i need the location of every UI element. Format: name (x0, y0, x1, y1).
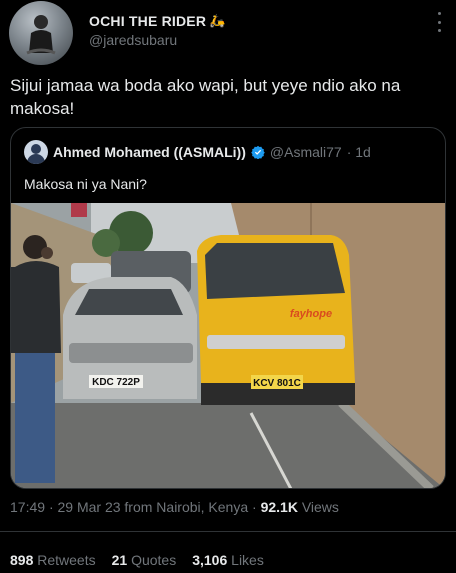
retweets-count: 898 (10, 552, 34, 568)
likes-stat[interactable]: 3,106 Likes (192, 552, 264, 568)
retweets-label: Retweets (37, 552, 96, 568)
likes-label: Likes (231, 552, 264, 568)
van-plate: KCV 801C (253, 378, 301, 389)
quoted-tweet-header: Ahmed Mohamed ((ASMALi)) @Asmali77 · 1d (24, 140, 371, 164)
quoted-author-avatar[interactable] (24, 140, 48, 164)
tweet-date-location[interactable]: · 29 Mar 23 from Nairobi, Kenya · (49, 499, 257, 515)
tweet-time[interactable]: 17:49 (10, 499, 45, 515)
author-name-row[interactable]: OCHI THE RIDER 🛵 (89, 13, 225, 29)
scooter-emoji: 🛵 (209, 13, 226, 28)
more-options-icon[interactable] (436, 12, 442, 32)
quotes-label: Quotes (131, 552, 177, 568)
tweet-meta: 17:49 · 29 Mar 23 from Nairobi, Kenya · … (10, 499, 339, 515)
car-plate: KDC 722P (92, 377, 140, 388)
quotes-count: 21 (111, 552, 128, 568)
quoted-author-name[interactable]: Ahmed Mohamed ((ASMALi)) (53, 144, 246, 160)
views-label: Views (301, 499, 339, 515)
tweet-header: OCHI THE RIDER 🛵 @jaredsubaru (0, 0, 456, 65)
rider-image (26, 15, 56, 55)
quoted-tweet-text: Makosa ni ya Nani? (24, 176, 147, 192)
engagement-stats: 898 Retweets 21 Quotes 3,106 Likes (10, 552, 264, 568)
author-name[interactable]: OCHI THE RIDER (89, 13, 206, 29)
quoted-author-handle[interactable]: @Asmali77 (270, 144, 342, 160)
divider (0, 531, 456, 532)
van-brand: fayhope (290, 308, 332, 320)
likes-count: 3,106 (192, 552, 228, 568)
accident-photo[interactable]: KDC 722P fayhope KCV 801C (11, 203, 445, 489)
author-avatar[interactable] (9, 1, 73, 65)
tweet-text: Sijui jamaa wa boda ako wapi, but yeye n… (10, 76, 401, 118)
verified-badge-icon (251, 145, 265, 159)
author-handle[interactable]: @jaredsubaru (89, 32, 177, 48)
quotes-stat[interactable]: 21 Quotes (112, 552, 177, 568)
retweets-stat[interactable]: 898 Retweets (10, 552, 96, 568)
quoted-time[interactable]: · 1d (347, 144, 371, 160)
views-count: 92.1K (260, 499, 298, 515)
quoted-tweet[interactable]: Ahmed Mohamed ((ASMALi)) @Asmali77 · 1d … (10, 127, 446, 489)
